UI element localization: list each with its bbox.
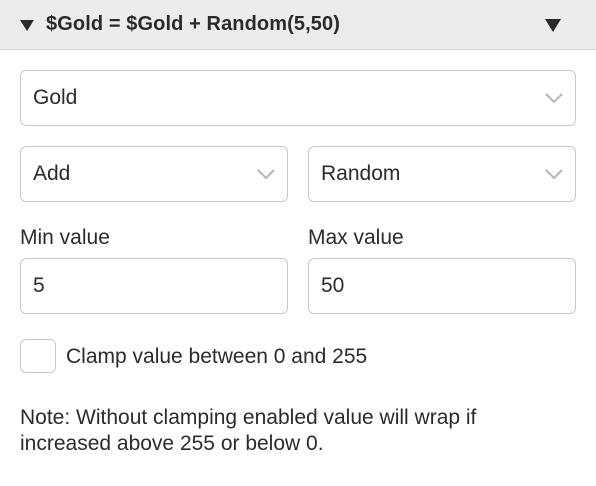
- menu-triangle-icon[interactable]: [545, 18, 561, 32]
- max-value-text: 50: [321, 274, 345, 297]
- chevron-down-icon: [257, 169, 275, 180]
- clamp-checkbox-label[interactable]: Clamp value between 0 and 255: [66, 345, 367, 369]
- event-title: $Gold = $Gold + Random(5,50): [46, 13, 340, 35]
- clamp-checkbox[interactable]: [20, 339, 56, 373]
- clamp-note-line-1: Note: Without clamping enabled value wil…: [20, 406, 477, 429]
- max-value-label: Max value: [308, 226, 404, 249]
- operation-select-value: Add: [33, 162, 71, 185]
- source-select-value: Random: [321, 162, 401, 185]
- min-value-label: Min value: [20, 226, 110, 249]
- max-value-input[interactable]: 50: [308, 258, 576, 314]
- min-value-input[interactable]: 5: [20, 258, 288, 314]
- variable-select-value: Gold: [33, 86, 78, 109]
- variable-select[interactable]: Gold: [20, 70, 576, 126]
- operation-select[interactable]: Add: [20, 146, 288, 202]
- chevron-down-icon: [545, 93, 563, 104]
- chevron-down-icon: [545, 169, 563, 180]
- clamp-note-line-2: increased above 255 or below 0.: [20, 432, 324, 455]
- collapse-triangle-icon[interactable]: [20, 18, 34, 32]
- clamp-note: Note: Without clamping enabled value wil…: [20, 405, 580, 457]
- min-value-text: 5: [33, 274, 45, 297]
- source-select[interactable]: Random: [308, 146, 576, 202]
- event-header[interactable]: $Gold = $Gold + Random(5,50): [0, 0, 596, 50]
